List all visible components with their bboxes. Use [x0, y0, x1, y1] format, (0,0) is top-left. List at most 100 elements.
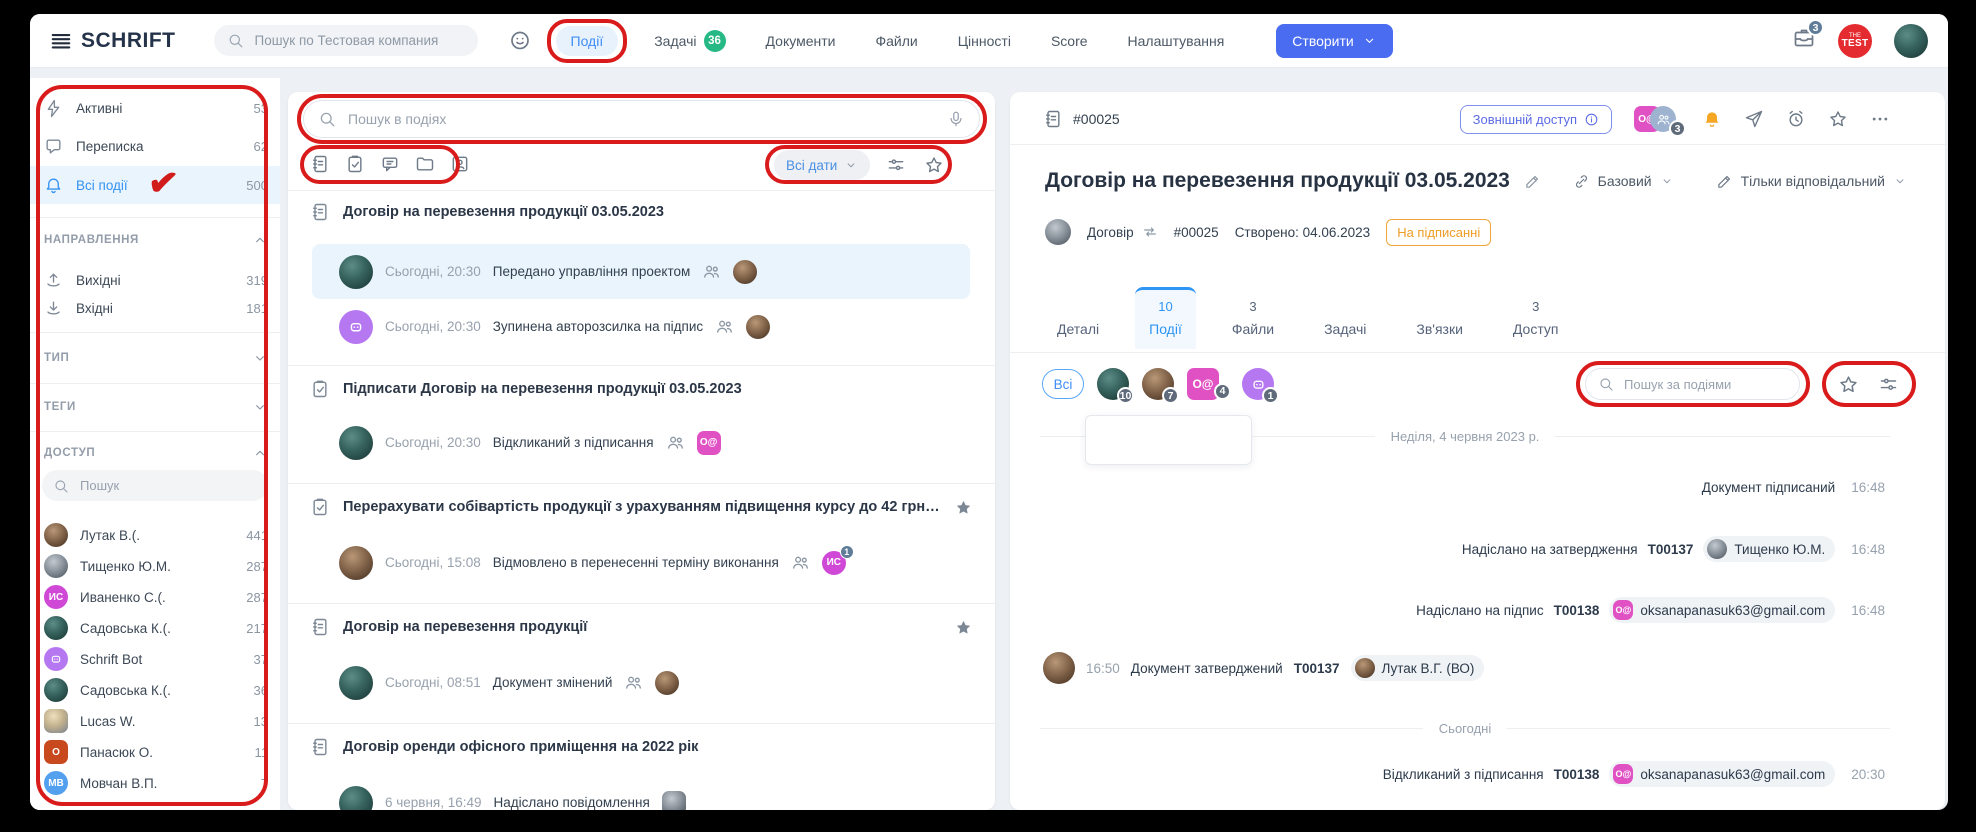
message-filter-icon[interactable]	[380, 154, 400, 174]
access-person[interactable]: O ! Панасюк О. 11	[44, 737, 268, 767]
section-tags[interactable]: ТЕГИ	[44, 395, 268, 419]
access-person[interactable]: Schrift Bot 37	[44, 644, 268, 674]
event-row-selected[interactable]: Сьогодні, 20:30 Передано управління прое…	[312, 244, 970, 299]
star-icon[interactable]	[1838, 374, 1859, 395]
global-search[interactable]	[214, 25, 478, 56]
participant-filter-avatar[interactable]: 1	[1242, 368, 1274, 400]
edit-title-icon[interactable]	[1524, 173, 1541, 190]
global-search-input[interactable]	[253, 32, 465, 49]
event-row[interactable]: Сьогодні, 08:51 Документ змінений	[312, 655, 970, 710]
folder-filter-icon[interactable]	[415, 154, 435, 174]
access-person[interactable]: Садовська К.(. 36	[44, 675, 268, 705]
sidebar-item-correspondence[interactable]: Переписка 62	[44, 130, 268, 162]
sliders-icon[interactable]	[886, 155, 906, 175]
participant-filter-avatar[interactable]: 10	[1097, 368, 1129, 400]
task-ref[interactable]: T00137	[1294, 661, 1340, 676]
nav-tab-tasks[interactable]: Задачі 36	[654, 30, 725, 52]
star-icon[interactable]	[1828, 109, 1848, 129]
task-filter-icon[interactable]	[345, 154, 365, 174]
nav-tab-values[interactable]: Цінності	[958, 33, 1011, 49]
inbox-tray[interactable]: 3	[1792, 26, 1816, 55]
tab-events[interactable]: 10 Події	[1135, 287, 1196, 349]
access-search-input[interactable]	[78, 477, 257, 494]
shared-avatars[interactable]: O@ 3	[1634, 106, 1680, 132]
support-chat-icon[interactable]	[508, 29, 532, 53]
event-group-title[interactable]: Договір оренди офісного приміщення на 20…	[310, 733, 973, 761]
person-chip[interactable]: O@ oksanapanasuk63@gmail.com	[1609, 761, 1835, 787]
external-access-button[interactable]: Зовнішній доступ	[1460, 105, 1612, 134]
section-direction[interactable]: НАПРАВЛЕННЯ	[44, 228, 268, 252]
timeline-event[interactable]: Документ підписаний 16:48	[1702, 472, 1885, 502]
timeline-event[interactable]: Надіслано на затвердження T00137 Тищенко…	[1462, 534, 1885, 564]
person-chip[interactable]: Тищенко Ю.М.	[1703, 536, 1835, 562]
sliders-icon[interactable]	[1878, 374, 1899, 395]
person-chip[interactable]: O@ oksanapanasuk63@gmail.com	[1609, 597, 1835, 623]
event-row[interactable]: Сьогодні, 20:30 Зупинена авторозсилка на…	[312, 299, 970, 354]
tab-links[interactable]: Зв'язки	[1402, 287, 1477, 349]
contact-filter-icon[interactable]	[450, 154, 470, 174]
star-icon[interactable]	[924, 155, 944, 175]
record-type[interactable]: Договір	[1087, 224, 1158, 240]
participant-count-badge: 1	[840, 545, 854, 559]
responsibility-dropdown[interactable]: Тільки відповідальний	[1716, 173, 1907, 190]
event-group-title[interactable]: Договір на перевезення продукції	[310, 613, 973, 641]
section-access[interactable]: ДОСТУП	[44, 441, 268, 465]
tab-access[interactable]: 3 Доступ	[1499, 287, 1573, 349]
mic-icon[interactable]	[947, 110, 965, 128]
search-icon	[1598, 376, 1614, 392]
more-menu-icon[interactable]	[1870, 109, 1890, 129]
user-avatar[interactable]	[1894, 24, 1928, 58]
sidebar-item-incoming[interactable]: Вхідні 181	[44, 292, 268, 324]
create-button[interactable]: Створити	[1276, 24, 1392, 58]
event-group-title[interactable]: Договір на перевезення продукції 03.05.2…	[310, 198, 973, 226]
access-person[interactable]: Садовська К.(. 217	[44, 613, 268, 643]
person-chip[interactable]: Лутак В.Г. (ВО)	[1351, 655, 1485, 681]
access-person[interactable]: Тищенко Ю.М. 287	[44, 551, 268, 581]
task-ref[interactable]: T00138	[1554, 603, 1600, 618]
reminder-clock-icon[interactable]	[1786, 109, 1806, 129]
status-badge[interactable]: На підписанні	[1386, 219, 1491, 246]
timeline-event[interactable]: Відкликаний з підписання T00138 O@ oksan…	[1383, 759, 1885, 789]
timeline-search[interactable]	[1585, 368, 1800, 400]
date-filter-dropdown[interactable]: Всі дати	[774, 150, 870, 180]
participant-filter-avatar[interactable]: 7	[1142, 368, 1174, 400]
timeline-event[interactable]: 16:50 Документ затверджений T00137 Лутак…	[1043, 651, 1484, 685]
nav-tab-documents[interactable]: Документи	[766, 33, 836, 49]
timeline-event[interactable]: Надіслано на підпис T00138 O@ oksanapana…	[1416, 595, 1885, 625]
event-row[interactable]: Сьогодні, 20:30 Відкликаний з підписання…	[312, 415, 970, 470]
access-search[interactable]	[42, 470, 268, 501]
nav-tab-events[interactable]: Події	[556, 26, 619, 56]
swap-icon[interactable]	[1142, 224, 1158, 240]
access-person[interactable]: Lucas W. 13	[44, 706, 268, 736]
timeline-search-input[interactable]	[1622, 376, 1787, 393]
sidebar-item-active[interactable]: Активні 53	[44, 92, 268, 124]
send-icon[interactable]	[1744, 109, 1764, 129]
nav-tab-score[interactable]: Score	[1051, 33, 1088, 49]
mode-dropdown[interactable]: Базовий	[1573, 173, 1674, 190]
favorite-star-icon[interactable]	[954, 498, 973, 517]
tab-details[interactable]: Деталі	[1043, 287, 1113, 349]
access-person[interactable]: МВ Мовчан В.П. 7	[44, 768, 268, 798]
favorite-star-icon[interactable]	[954, 618, 973, 637]
nav-tab-files[interactable]: Файли	[875, 33, 917, 49]
event-row[interactable]: Сьогодні, 15:08 Відмовлено в перенесенні…	[312, 535, 970, 590]
document-filter-icon[interactable]	[310, 154, 330, 174]
owner-avatar[interactable]	[1045, 219, 1071, 245]
events-search[interactable]	[303, 100, 980, 138]
nav-tab-settings[interactable]: Налаштування	[1128, 33, 1225, 49]
event-group-title[interactable]: Перерахувати собівартість продукції з ур…	[310, 493, 973, 521]
org-logo[interactable]: THETEST	[1838, 24, 1872, 58]
task-ref[interactable]: T00138	[1554, 767, 1600, 782]
tab-tasks[interactable]: Задачі	[1310, 287, 1380, 349]
notifications-bell-icon[interactable]	[1702, 109, 1722, 129]
event-row[interactable]: 6 червня, 16:49 Надіслано повідомлення	[312, 775, 970, 810]
events-search-input[interactable]	[346, 110, 937, 128]
menu-icon[interactable]	[50, 30, 72, 52]
filter-all[interactable]: Всі	[1042, 369, 1084, 399]
section-type[interactable]: ТИП	[44, 346, 268, 370]
access-person[interactable]: ИС Иваненко С.(. 287	[44, 582, 268, 612]
event-group-title[interactable]: Підписати Договір на перевезення продукц…	[310, 375, 973, 403]
access-person[interactable]: Лутак В.(. 441	[44, 520, 268, 550]
tab-files[interactable]: 3 Файли	[1218, 287, 1288, 349]
task-ref[interactable]: T00137	[1648, 542, 1694, 557]
